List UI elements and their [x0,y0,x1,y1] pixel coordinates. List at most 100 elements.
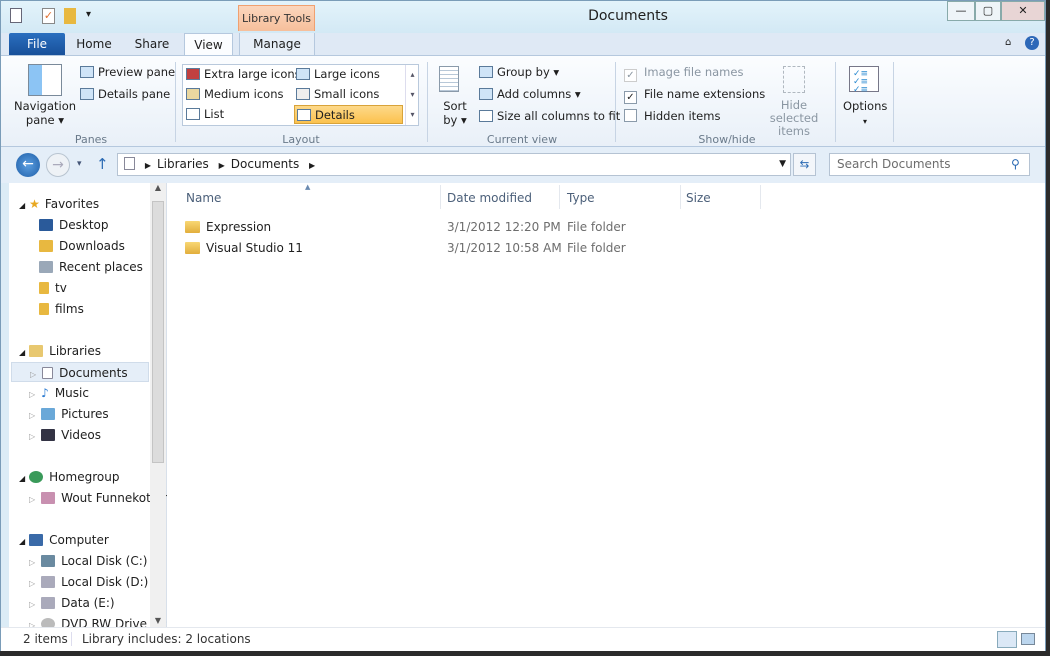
help-icon[interactable]: ? [1025,36,1039,50]
nav-label: Desktop [59,218,109,232]
size-columns-button[interactable]: Size all columns to fit [479,109,620,123]
recent-locations-icon[interactable]: ▾ [77,159,82,169]
nav-item-documents[interactable]: ▷ Documents [11,362,149,382]
group-by-button[interactable]: Group by ▾ [479,65,559,79]
size-columns-label: Size all columns to fit [497,109,621,123]
nav-item-local-disk-d[interactable]: ▷ Local Disk (D:) [29,572,148,592]
file-name-extensions-checkbox[interactable]: ✓ File name extensions [624,87,765,104]
scrollbar-thumb[interactable] [152,201,164,463]
nav-label: tv [55,281,67,295]
nav-item-pictures[interactable]: ▷ Pictures [29,404,109,424]
options-button[interactable]: Options ▾ [843,99,887,129]
details-view-button[interactable] [997,631,1017,648]
layout-group-label: Layout [282,133,320,146]
nav-scrollbar[interactable]: ▲ ▼ [150,183,166,627]
nav-item-videos[interactable]: ▷ Videos [29,425,101,445]
layout-gallery: Extra large icons Large icons Medium ico… [182,64,419,126]
title-bar: ✓ ▾ Library Tools Documents — ▢ ✕ [1,1,1045,33]
minimize-button[interactable]: — [947,1,975,21]
nav-label: Homegroup [49,470,120,484]
file-type: File folder [567,220,626,234]
pictures-icon [41,408,56,420]
tab-home[interactable]: Home [71,33,117,55]
nav-item-local-disk-c[interactable]: ▷ Local Disk (C:) [29,551,147,571]
nav-item-data-e[interactable]: ▷ Data (E:) [29,593,115,613]
tab-file[interactable]: File [9,33,65,55]
details-pane-button[interactable]: Details pane [80,87,170,101]
nav-label: Local Disk (D:) [61,575,149,589]
navigation-pane-button[interactable]: Navigation pane ▾ [14,99,76,127]
status-bar: 2 items Library includes: 2 locations [1,627,1045,651]
preview-pane-button[interactable]: Preview pane [80,65,175,79]
maximize-button[interactable]: ▢ [975,1,1001,21]
nav-label: Libraries [49,344,101,358]
nav-favorites[interactable]: ◢ ★ Favorites [19,194,99,214]
add-columns-button[interactable]: Add columns ▾ [479,87,581,101]
forward-button[interactable]: → [46,153,70,177]
medium-icons-icon [186,88,200,100]
nav-item-user[interactable]: ▷ Wout Funnekotter [29,488,168,508]
gallery-scroll[interactable]: ▴ ▾ ▾ [405,65,419,125]
layout-extra-large-icons[interactable]: Extra large icons [186,67,301,81]
details-pane-label: Details pane [98,87,171,101]
nav-item-films[interactable]: films [39,299,84,319]
image-file-names-checkbox: ✓ Image file names [624,65,743,82]
folder-icon [185,242,200,254]
search-input[interactable]: Search Documents [829,153,1030,176]
back-button[interactable]: ← [16,153,40,177]
refresh-button[interactable]: ⇆ [793,153,816,176]
address-bar[interactable]: ▶ Libraries ▶ Documents ▶ ▼ [117,153,791,176]
nav-label: Computer [49,533,109,547]
nav-libraries[interactable]: ◢ Libraries [19,341,101,361]
breadcrumb-documents[interactable]: Documents [231,157,299,171]
add-columns-label: Add columns ▾ [497,87,581,101]
column-header-name[interactable]: Name [186,191,221,205]
nav-item-recent-places[interactable]: Recent places [39,257,143,277]
show-hide-group-label: Show/hide [698,133,756,146]
nav-item-music[interactable]: ▷ ♪ Music [29,383,89,403]
file-row[interactable]: Visual Studio 11 3/1/2012 10:58 AM File … [185,238,685,258]
search-icon[interactable]: ⚲ [1011,157,1020,171]
column-header-date[interactable]: Date modified [447,191,532,205]
nav-item-tv[interactable]: tv [39,278,67,298]
nav-item-downloads[interactable]: Downloads [39,236,125,256]
up-icon[interactable]: ↑ [96,155,109,173]
close-button[interactable]: ✕ [1001,1,1045,21]
large-icons-view-button[interactable] [1021,633,1035,645]
divider [680,185,681,209]
folder-icon [185,221,200,233]
folder-icon [39,303,49,315]
nav-homegroup[interactable]: ◢ Homegroup [19,467,119,487]
tab-share[interactable]: Share [129,33,175,55]
column-header-size[interactable]: Size [686,191,711,205]
column-header-type[interactable]: Type [567,191,595,205]
layout-label: Medium icons [204,87,284,101]
nav-label: Recent places [59,260,143,274]
divider [835,62,836,142]
address-dropdown-icon[interactable]: ▼ [779,154,786,175]
file-row[interactable]: Expression 3/1/2012 12:20 PM File folder [185,217,685,237]
divider [440,185,441,209]
divider [893,62,894,142]
minimize-ribbon-icon[interactable]: ⌂ [1005,37,1011,48]
nav-label: Downloads [59,239,125,253]
user-avatar [41,492,56,504]
tab-manage[interactable]: Manage [239,33,315,55]
nav-computer[interactable]: ◢ Computer [19,530,109,550]
ribbon: Navigation pane ▾ Preview pane Details p… [1,55,1045,147]
tab-view[interactable]: View [184,33,233,55]
file-date: 3/1/2012 10:58 AM [447,241,562,255]
hidden-items-checkbox[interactable]: Hidden items [624,109,720,123]
breadcrumb-libraries[interactable]: Libraries [157,157,209,171]
sort-by-button[interactable]: Sort by ▾ [438,99,472,127]
layout-label: Small icons [314,87,380,101]
layout-large-icons[interactable]: Large icons [296,67,380,81]
layout-small-icons[interactable]: Small icons [296,87,379,101]
layout-medium-icons[interactable]: Medium icons [186,87,283,101]
divider [175,62,176,142]
nav-item-desktop[interactable]: Desktop [39,215,109,235]
layout-details[interactable]: Details [294,105,403,124]
size-columns-icon [479,110,493,122]
layout-list[interactable]: List [186,107,224,121]
small-icons-icon [296,88,310,100]
